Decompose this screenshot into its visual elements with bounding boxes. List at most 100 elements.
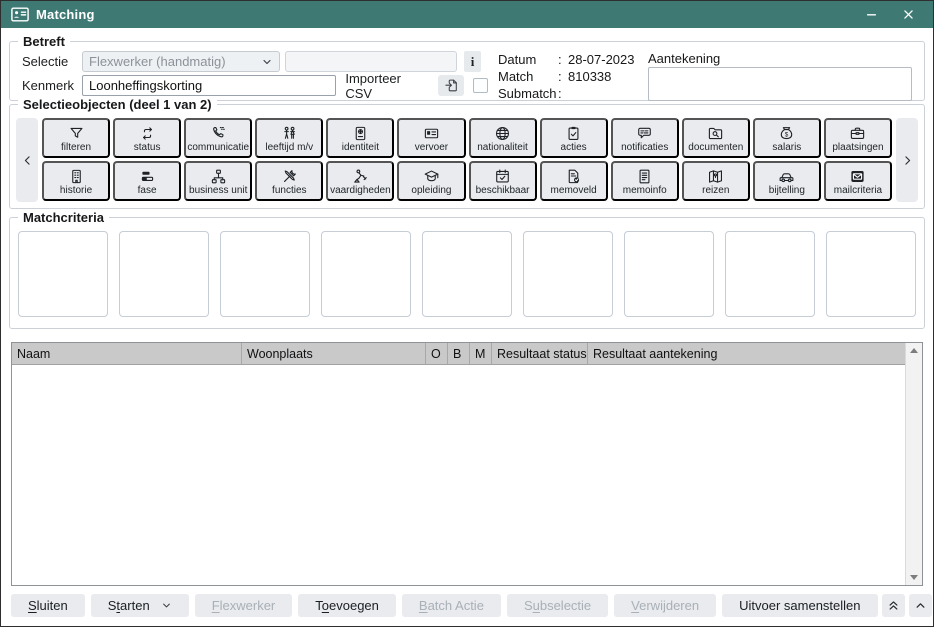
selection-prev-button[interactable] (16, 118, 38, 202)
window-title: Matching (36, 7, 849, 22)
vertical-scrollbar[interactable] (905, 343, 922, 585)
subselectie-button[interactable]: Subselectie (507, 594, 608, 617)
chevron-up-icon (914, 599, 927, 612)
selection-object-identiteit[interactable]: identiteit (326, 118, 394, 158)
selection-object-vaardigheden[interactable]: vaardigheden (326, 161, 394, 201)
selection-object-filteren[interactable]: filteren (42, 118, 110, 158)
scrollbar-down-icon[interactable] (910, 575, 918, 580)
matchcriteria-slot[interactable] (422, 231, 512, 317)
info-row-submatch: Submatch: (498, 85, 648, 102)
selection-object-nationaliteit[interactable]: nationaliteit (469, 118, 537, 158)
selection-object-memoveld[interactable]: memoveld (540, 161, 608, 201)
selection-object-label: fase (138, 185, 157, 197)
selection-object-label: filteren (61, 142, 91, 154)
building-icon (68, 168, 85, 185)
selection-object-mailcriteria[interactable]: mailcriteria (824, 161, 892, 201)
chevron-left-icon (21, 154, 34, 167)
button-label: Toevoegen (315, 598, 379, 613)
selection-object-label: identiteit (342, 142, 379, 154)
selection-object-historie[interactable]: historie (42, 161, 110, 201)
selection-object-label: acties (561, 142, 587, 154)
matchcriteria-slot[interactable] (321, 231, 411, 317)
starten-button[interactable]: Starten (91, 594, 189, 617)
selection-object-fase[interactable]: fase (113, 161, 181, 201)
selection-object-salaris[interactable]: $salaris (753, 118, 821, 158)
selection-object-memoinfo[interactable]: memoinfo (611, 161, 679, 201)
column-header-m[interactable]: M (470, 343, 492, 364)
matchcriteria-slot[interactable] (18, 231, 108, 317)
verwijderen-button[interactable]: Verwijderen (614, 594, 716, 617)
envelope-icon (849, 168, 866, 185)
column-header-naam[interactable]: Naam (12, 343, 242, 364)
matchcriteria-slot[interactable] (119, 231, 209, 317)
selection-object-status[interactable]: status (113, 118, 181, 158)
matchcriteria-slot[interactable] (725, 231, 815, 317)
selection-object-label: vervoer (415, 142, 448, 154)
info-label: Datum (498, 52, 558, 67)
selection-object-label: reizen (702, 185, 729, 197)
matchcriteria-slot[interactable] (220, 231, 310, 317)
selection-object-label: notificaties (621, 142, 668, 154)
selection-object-bijtelling[interactable]: bijtelling (753, 161, 821, 201)
selection-object-label: functies (272, 185, 306, 197)
selection-object-functies[interactable]: functies (255, 161, 323, 201)
selection-object-business-unit[interactable]: business unit (184, 161, 252, 201)
map-pin-icon (707, 168, 724, 185)
scrollbar-up-icon[interactable] (910, 348, 918, 353)
toevoegen-button[interactable]: Toevoegen (298, 594, 396, 617)
aantekening-textarea[interactable] (648, 67, 912, 101)
selection-object-opleiding[interactable]: opleiding (397, 161, 465, 201)
selection-object-label: documenten (688, 142, 743, 154)
selection-object-plaatsingen[interactable]: plaatsingen (824, 118, 892, 158)
column-header-b[interactable]: B (448, 343, 470, 364)
matchcriteria-legend: Matchcriteria (18, 210, 109, 225)
selection-object-label: bijtelling (769, 185, 805, 197)
importeer-csv-button[interactable] (438, 75, 464, 96)
matchcriteria-slot[interactable] (523, 231, 613, 317)
selection-object-documenten[interactable]: documenten (682, 118, 750, 158)
column-header-resultaat-aantekening[interactable]: Resultaat aantekening (588, 343, 905, 364)
matchcriteria-slot[interactable] (826, 231, 916, 317)
selection-object-label: mailcriteria (834, 185, 882, 197)
selection-object-notificaties[interactable]: notificaties (611, 118, 679, 158)
uitvoer-samenstellen-button[interactable]: Uitvoer samenstellen (722, 594, 877, 617)
scroll-up-button[interactable] (909, 594, 932, 617)
selection-object-reizen[interactable]: reizen (682, 161, 750, 201)
info-separator: : (558, 86, 568, 101)
info-value: 28-07-2023 (568, 52, 635, 67)
selection-object-label: salaris (772, 142, 801, 154)
flexwerker-button[interactable]: Flexwerker (195, 594, 293, 617)
footer-bar: Sluiten Starten Flexwerker Toevoegen Batch A… (11, 594, 923, 617)
car-icon (778, 168, 795, 185)
document-icon (636, 168, 653, 185)
selection-object-leeftijd-m-v[interactable]: leeftijd m/v (255, 118, 323, 158)
batch-actie-button[interactable]: Batch Actie (402, 594, 501, 617)
folder-search-icon (707, 125, 724, 142)
selection-next-button[interactable] (896, 118, 918, 202)
kenmerk-input[interactable] (82, 75, 336, 96)
importeer-csv-checkbox[interactable] (473, 78, 488, 93)
selection-object-beschikbaar[interactable]: beschikbaar (469, 161, 537, 201)
selection-object-vervoer[interactable]: vervoer (397, 118, 465, 158)
footer-right-buttons: Uitvoer samenstellen (722, 594, 934, 617)
selection-object-acties[interactable]: acties (540, 118, 608, 158)
document-check-icon (565, 168, 582, 185)
selection-object-label: plaatsingen (832, 142, 883, 154)
selectie-extra-field[interactable] (285, 51, 457, 72)
info-button[interactable]: i (464, 51, 481, 72)
column-header-resultaat-status[interactable]: Resultaat status (492, 343, 588, 364)
scroll-top-button[interactable] (882, 594, 905, 617)
selection-object-label: communicatie (187, 142, 249, 154)
id-badge-icon (11, 7, 29, 22)
column-header-o[interactable]: O (426, 343, 448, 364)
selection-object-communicatie[interactable]: communicatie (184, 118, 252, 158)
minimize-button[interactable] (856, 3, 886, 27)
close-button[interactable] (893, 3, 923, 27)
sluiten-button[interactable]: Sluiten (11, 594, 85, 617)
matchcriteria-slot[interactable] (624, 231, 714, 317)
betreft-right: Datum:28-07-2023Match:810338Submatch: Aa… (488, 51, 914, 95)
results-table-body[interactable] (12, 365, 905, 585)
column-header-woonplaats[interactable]: Woonplaats (242, 343, 426, 364)
selectie-dropdown[interactable]: Flexwerker (handmatig) (82, 51, 280, 72)
double-chevron-up-icon (887, 599, 900, 612)
